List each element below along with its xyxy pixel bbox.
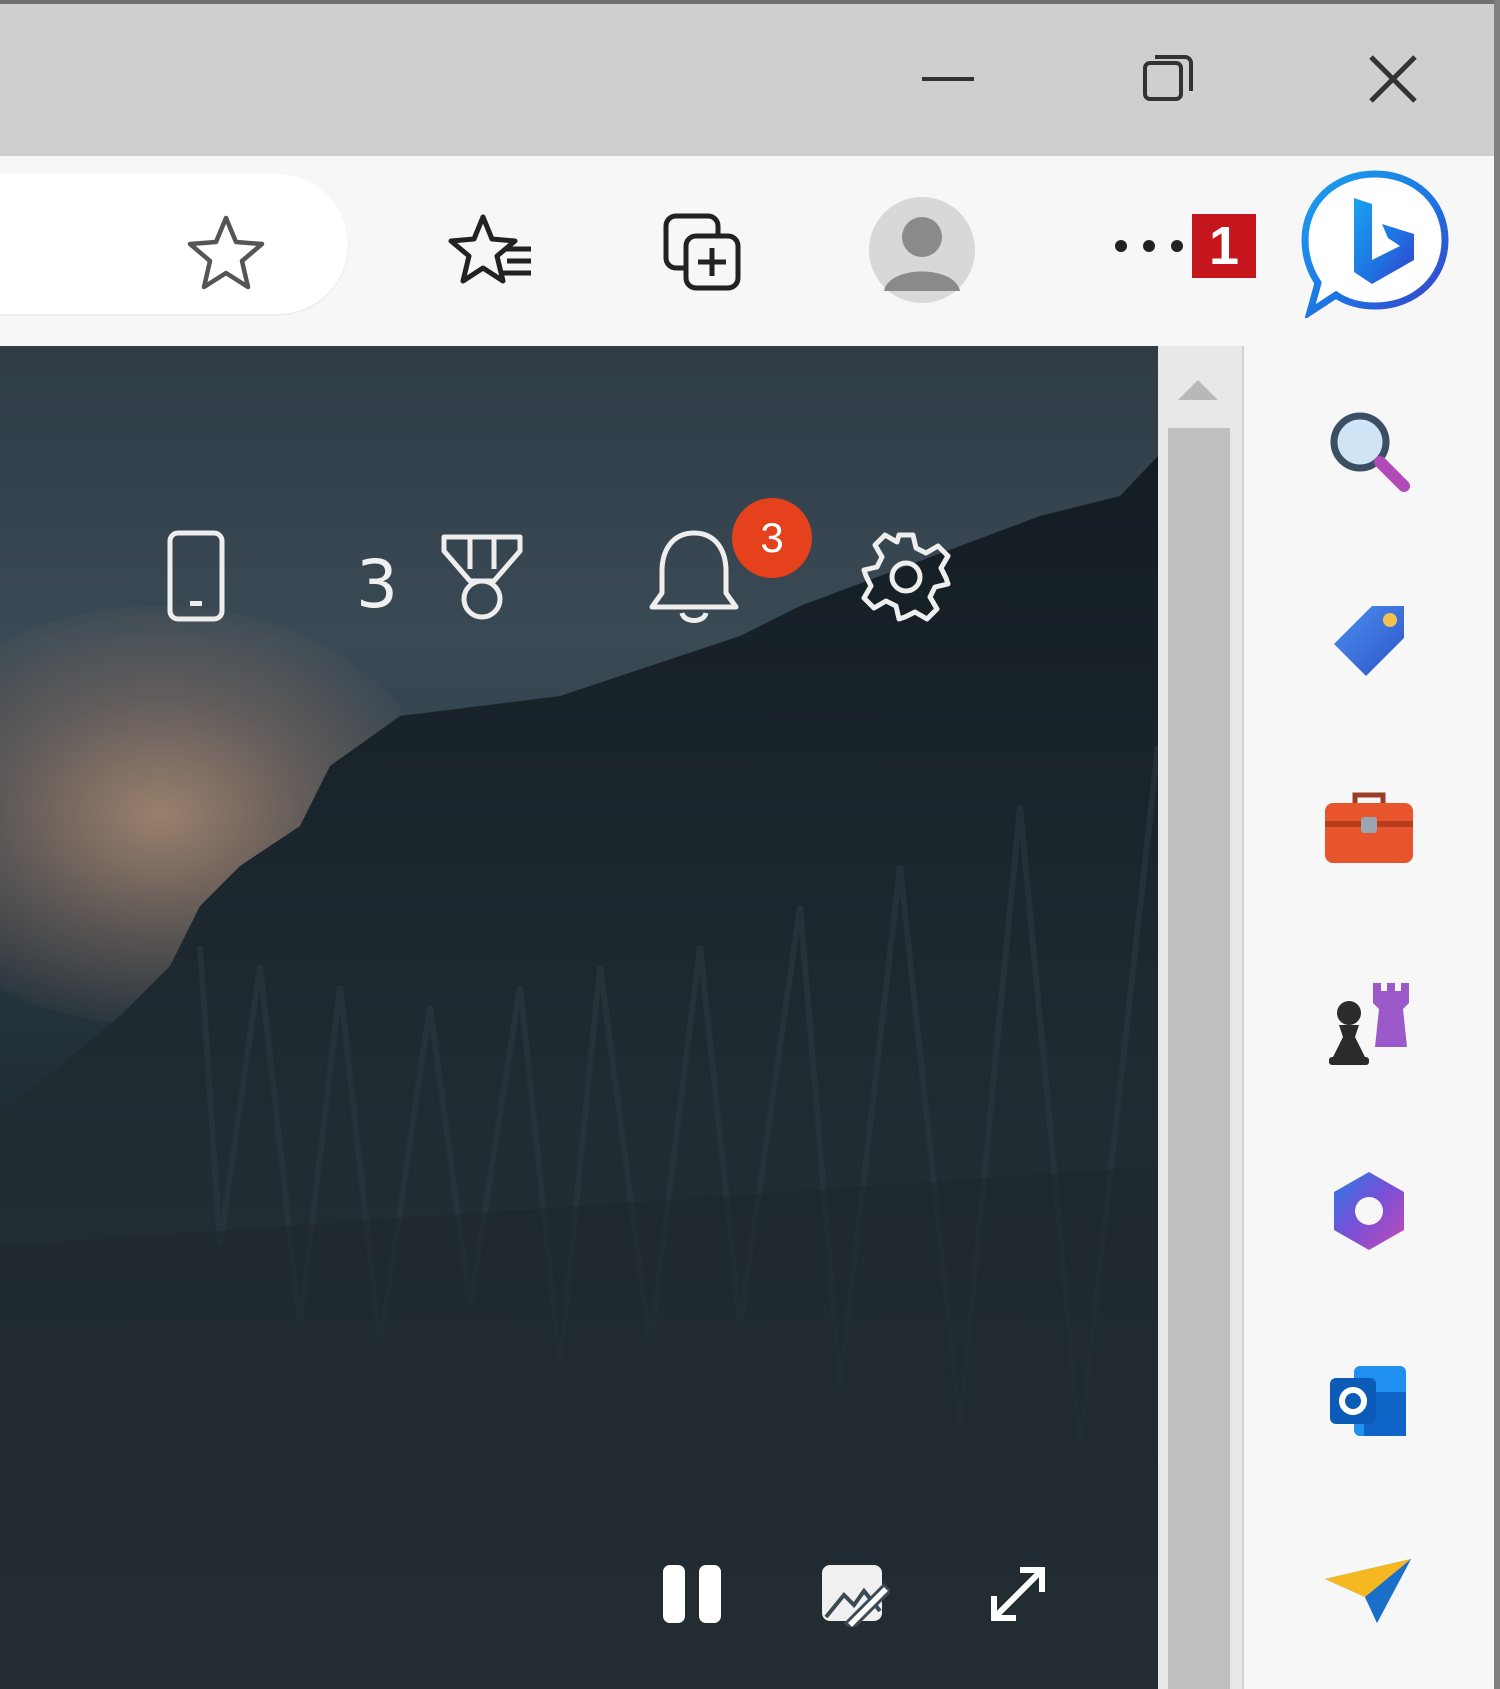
close-icon[interactable]	[1348, 34, 1438, 124]
window-border	[1494, 0, 1500, 1689]
notification-badge: 3	[732, 498, 812, 578]
star-icon[interactable]	[176, 202, 276, 302]
vertical-scrollbar[interactable]	[1158, 346, 1244, 1689]
bing-chat-icon[interactable]	[1300, 168, 1450, 318]
scroll-thumb[interactable]	[1168, 428, 1230, 1689]
drop-icon[interactable]	[1244, 1536, 1494, 1646]
tools-icon[interactable]	[1244, 774, 1494, 884]
gear-icon[interactable]	[856, 524, 956, 630]
restore-icon[interactable]	[1124, 34, 1214, 124]
medal-icon[interactable]	[432, 526, 532, 626]
pause-icon[interactable]	[652, 1554, 732, 1634]
favorites-list-icon[interactable]	[440, 202, 540, 302]
browser-toolbar: 1	[0, 156, 1494, 346]
rewards-count: 3	[356, 546, 398, 623]
profile-avatar-icon[interactable]	[866, 194, 978, 306]
new-tab-background: 3 3	[0, 346, 1158, 1689]
expand-icon[interactable]	[978, 1554, 1058, 1634]
minimize-icon[interactable]	[903, 34, 993, 124]
address-bar[interactable]	[0, 174, 348, 314]
phone-icon[interactable]	[160, 526, 232, 626]
title-bar	[0, 0, 1494, 156]
edit-image-icon[interactable]	[814, 1554, 894, 1634]
search-icon[interactable]	[1244, 396, 1494, 506]
browser-window: 1 3 3	[0, 0, 1494, 1689]
shopping-tag-icon[interactable]	[1244, 586, 1494, 696]
bell-icon[interactable]	[644, 522, 744, 632]
collections-icon[interactable]	[652, 202, 752, 302]
more-dots-icon[interactable]	[1106, 216, 1192, 276]
games-icon[interactable]	[1244, 966, 1494, 1076]
outlook-icon[interactable]	[1244, 1346, 1494, 1456]
microsoft-365-icon[interactable]	[1244, 1156, 1494, 1266]
edge-sidebar	[1244, 346, 1494, 1689]
scroll-up-arrow-icon[interactable]	[1178, 380, 1218, 400]
callout-number: 1	[1192, 214, 1256, 278]
